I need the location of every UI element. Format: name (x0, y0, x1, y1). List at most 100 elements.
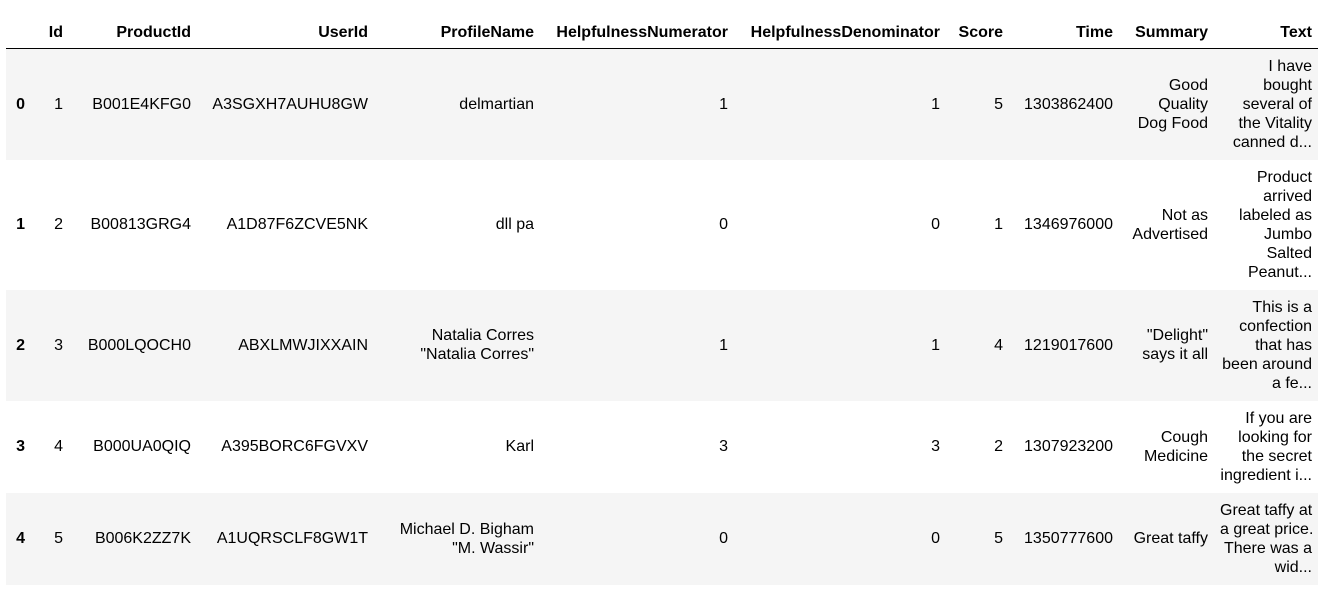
summary-line: Good (1168, 76, 1208, 94)
text-line: If you are (1245, 409, 1312, 427)
column-header-time: Time (1009, 16, 1119, 49)
cell-id: 4 (54, 438, 63, 455)
text-line: the Vitality (1238, 114, 1312, 132)
cell-id: 3 (54, 336, 63, 354)
cell-summary: Not as Advertised (1119, 160, 1214, 290)
profilename-line: "M. Wassir" (452, 539, 534, 557)
column-header-index (6, 16, 31, 49)
text-line: ingredient i... (1220, 466, 1312, 484)
cell-productid: B000LQOCH0 (87, 336, 191, 354)
cell-productid: B001E4KFG0 (92, 95, 191, 113)
text-line: arrived (1263, 187, 1312, 205)
column-header-id: Id (31, 16, 69, 49)
cell-userid: A1D87F6ZCVE5NK (226, 216, 368, 233)
summary-line: Advertised (1132, 225, 1208, 243)
text-line: There was a (1223, 539, 1312, 557)
text-line: a fe... (1271, 374, 1312, 392)
row-index: 3 (16, 438, 25, 455)
text-line: that has (1255, 336, 1312, 354)
text-line: Product (1256, 168, 1312, 186)
profilename-line: Karl (505, 438, 534, 455)
summary-line: Dog Food (1137, 114, 1208, 132)
column-header-profilename: ProfileName (374, 16, 540, 49)
cell-score: 5 (994, 95, 1003, 113)
cell-helpfulnessnumerator: 0 (719, 216, 728, 233)
cell-helpfulnessnumerator: 1 (719, 95, 728, 113)
cell-userid: ABXLMWJIXXAIN (238, 336, 368, 354)
cell-helpfulnessdenominator: 1 (931, 95, 940, 113)
cell-time: 1307923200 (1024, 438, 1113, 455)
column-header-text: Text (1214, 16, 1318, 49)
cell-text: This is a confection that has been aroun… (1214, 290, 1318, 401)
profilename-line: delmartian (459, 95, 534, 113)
cell-score: 4 (994, 336, 1003, 354)
text-line: bought (1263, 76, 1312, 94)
summary-line: Not as (1161, 206, 1208, 224)
text-line: Jumbo (1263, 225, 1312, 243)
cell-profilename: Karl (374, 401, 540, 493)
cell-helpfulnessnumerator: 1 (719, 336, 728, 354)
text-line: Salted (1266, 244, 1312, 262)
column-header-productid: ProductId (69, 16, 197, 49)
table-row: 1 2 B00813GRG4 A1D87F6ZCVE5NK dll pa 0 0… (6, 159, 1318, 290)
summary-line: Great taffy (1133, 530, 1208, 547)
cell-time: 1219017600 (1024, 336, 1113, 354)
cell-helpfulnessnumerator: 0 (719, 530, 728, 547)
text-line: a great price. (1220, 520, 1314, 538)
text-line: looking for (1238, 428, 1312, 446)
text-line: the secret (1241, 447, 1312, 465)
dataframe-output: Id ProductId UserId ProfileName Helpfuln… (6, 16, 1318, 585)
cell-score: 5 (994, 530, 1003, 547)
cell-id: 2 (54, 216, 63, 233)
cell-summary: Good Quality Dog Food (1119, 49, 1214, 160)
cell-summary: Great taffy (1119, 493, 1214, 585)
summary-line: Medicine (1143, 447, 1208, 465)
text-line: Great taffy at (1220, 501, 1313, 519)
column-header-score: Score (946, 16, 1009, 49)
cell-productid: B00813GRG4 (90, 216, 191, 233)
cell-text: Product arrived labeled as Jumbo Salted … (1214, 160, 1318, 290)
table-row: 0 1 B001E4KFG0 A3SGXH7AUHU8GW delmartian… (6, 48, 1318, 160)
column-header-userid: UserId (197, 16, 374, 49)
summary-line: Quality (1158, 95, 1208, 113)
cell-score: 1 (994, 216, 1003, 233)
profilename-line: Natalia Corres (431, 327, 534, 344)
cell-summary: Cough Medicine (1119, 401, 1214, 493)
cell-helpfulnessnumerator: 3 (719, 438, 728, 455)
summary-line: Cough (1160, 428, 1208, 446)
cell-helpfulnessdenominator: 0 (931, 530, 940, 547)
cell-id: 1 (54, 95, 63, 113)
cell-profilename: dll pa (374, 160, 540, 290)
text-line: been around (1222, 355, 1312, 373)
cell-text: I have bought several of the Vitality ca… (1214, 49, 1318, 160)
cell-score: 2 (994, 438, 1003, 455)
cell-userid: A395BORC6FGVXV (221, 438, 368, 455)
cell-time: 1350777600 (1024, 530, 1113, 547)
profilename-line: "Natalia Corres" (420, 346, 534, 363)
cell-time: 1346976000 (1024, 216, 1113, 233)
cell-profilename: Michael D. Bigham "M. Wassir" (374, 493, 540, 585)
column-header-helpfulnessnumerator: HelpfulnessNumerator (540, 16, 734, 49)
text-line: labeled as (1239, 206, 1312, 224)
table-row: 2 3 B000LQOCH0 ABXLMWJIXXAIN Natalia Cor… (6, 289, 1318, 401)
row-index: 0 (16, 95, 25, 113)
row-index: 2 (16, 336, 25, 354)
text-line: several of (1242, 95, 1312, 113)
table-row: 3 4 B000UA0QIQ A395BORC6FGVXV Karl 3 3 2… (6, 400, 1318, 493)
row-index: 4 (16, 530, 25, 547)
cell-helpfulnessdenominator: 3 (931, 438, 940, 455)
row-index: 1 (16, 216, 25, 233)
cell-productid: B000UA0QIQ (93, 438, 191, 455)
text-line: This is a (1252, 298, 1312, 316)
cell-profilename: delmartian (374, 49, 540, 160)
cell-helpfulnessdenominator: 0 (931, 216, 940, 233)
profilename-line: Michael D. Bigham (399, 520, 534, 538)
cell-userid: A3SGXH7AUHU8GW (212, 95, 368, 113)
cell-productid: B006K2ZZ7K (94, 530, 191, 547)
column-header-helpfulnessdenominator: HelpfulnessDenominator (734, 16, 946, 49)
cell-time: 1303862400 (1024, 95, 1113, 113)
cell-id: 5 (54, 530, 63, 547)
profilename-line: dll pa (495, 216, 534, 233)
text-line: I have (1268, 57, 1312, 75)
header-row: Id ProductId UserId ProfileName Helpfuln… (6, 16, 1318, 49)
